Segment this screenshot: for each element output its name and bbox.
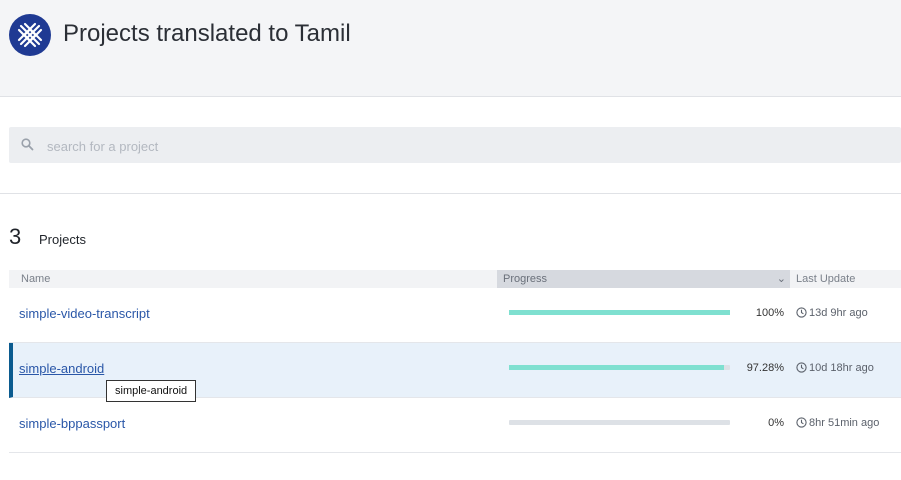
last-update-text: 8hr 51min ago — [809, 417, 880, 429]
progress-bar — [509, 365, 730, 370]
column-header-progress[interactable]: Progress ⌄ — [497, 270, 790, 288]
last-update: 8hr 51min ago — [796, 417, 879, 429]
project-count: 3 — [9, 224, 22, 249]
page-title: Projects translated to Tamil — [63, 20, 351, 47]
project-count-label: Projects — [39, 232, 86, 247]
last-update-text: 10d 18hr ago — [809, 362, 874, 374]
column-header-last-update[interactable]: Last Update — [796, 273, 855, 285]
progress-bar — [509, 310, 730, 315]
section-divider — [0, 193, 901, 194]
clock-icon — [796, 417, 807, 428]
progress-bar — [509, 420, 730, 425]
clock-icon — [796, 362, 807, 373]
last-update: 13d 9hr ago — [796, 307, 868, 319]
progress-bar-fill — [509, 365, 724, 370]
app-logo-icon[interactable] — [9, 14, 51, 56]
sort-chevron-down-icon[interactable]: ⌄ — [777, 272, 786, 285]
project-link[interactable]: simple-android — [19, 361, 104, 376]
column-header-progress-label: Progress — [503, 273, 548, 285]
search-input[interactable] — [45, 127, 889, 165]
project-link[interactable]: simple-video-transcript — [19, 306, 150, 321]
column-header-name[interactable]: Name — [21, 273, 50, 285]
table-row: simple-video-transcript 100% 13d 9hr ago — [9, 288, 901, 343]
table-header: Name Progress ⌄ Last Update — [9, 270, 901, 288]
search-icon — [21, 138, 34, 151]
table-row: simple-bppassport 0% 8hr 51min ago — [9, 398, 901, 453]
page-header: Projects translated to Tamil — [0, 0, 901, 97]
progress-percent: 100% — [755, 307, 784, 319]
last-update-text: 13d 9hr ago — [809, 307, 868, 319]
clock-icon — [796, 307, 807, 318]
last-update: 10d 18hr ago — [796, 362, 874, 374]
link-tooltip: simple-android — [106, 380, 197, 402]
progress-bar-fill — [509, 310, 730, 315]
project-link[interactable]: simple-bppassport — [19, 416, 125, 431]
progress-percent: 97.28% — [746, 362, 784, 374]
project-search — [9, 127, 901, 165]
progress-percent: 0% — [768, 417, 784, 429]
